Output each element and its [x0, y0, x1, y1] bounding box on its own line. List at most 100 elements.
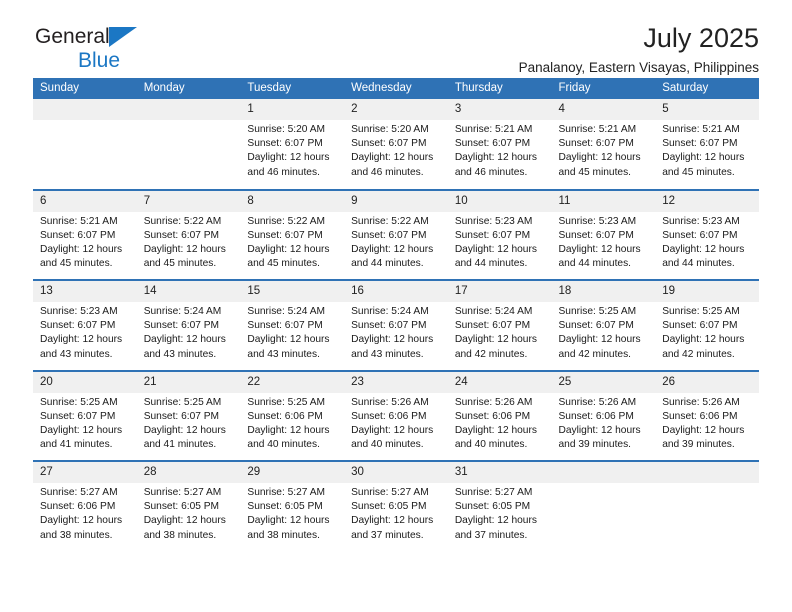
- calendar-day-cell[interactable]: 6 Sunrise: 5:21 AM Sunset: 6:07 PM Daylight…: [33, 188, 137, 280]
- sunrise-text: Sunrise: 5:25 AM: [143, 396, 222, 408]
- calendar-day-cell[interactable]: 21 Sunrise: 5:25 AM Sunset: 6:07 PM Dayligh…: [136, 369, 241, 461]
- sunrise-text: Sunrise: 5:25 AM: [40, 396, 118, 408]
- sunrise-text: Sunrise: 5:24 AM: [247, 306, 325, 317]
- calendar-day-cell[interactable]: 8 Sunrise: 5:22 AM Sunset: 6:07 PM Daylight…: [240, 188, 345, 280]
- sunset-text: Sunset: 6:06 PM: [558, 410, 634, 422]
- calendar-day-cell[interactable]: 11 Sunrise: 5:23 AM Sunset: 6:07 PM Dayligh…: [551, 188, 656, 280]
- sunrise-text: Sunrise: 5:22 AM: [247, 215, 325, 227]
- sunset-text: Sunset: 6:07 PM: [558, 320, 634, 332]
- daylight-text-line2: and 43 minutes.: [247, 348, 320, 360]
- sunrise-text: Sunrise: 5:23 AM: [40, 306, 118, 317]
- day-details: Sunrise: 5:26 AM Sunset: 6:06 PM Daylight:…: [655, 393, 759, 453]
- daylight-text-line1: Daylight: 12 hours: [247, 334, 330, 346]
- day-number: 11: [551, 190, 656, 212]
- daylight-text-line1: Daylight: 12 hours: [454, 243, 537, 255]
- day-details: Sunrise: 5:21 AM Sunset: 6:07 PM Daylight:…: [448, 120, 552, 180]
- day-number: 9: [344, 190, 448, 212]
- calendar-day-cell[interactable]: 20 Sunrise: 5:25 AM Sunset: 6:07 PM Dayligh…: [33, 369, 137, 461]
- daylight-text-line2: and 40 minutes.: [454, 439, 528, 451]
- calendar-day-cell[interactable]: 12 Sunrise: 5:23 AM Sunset: 6:07 PM Dayligh…: [655, 188, 759, 280]
- calendar-day-cell[interactable]: 10 Sunrise: 5:23 AM Sunset: 6:07 PM Dayligh…: [447, 188, 552, 280]
- weekday-header-tuesday: Tuesday: [240, 78, 345, 99]
- calendar-day-cell[interactable]: 14 Sunrise: 5:24 AM Sunset: 6:07 PM Dayligh…: [136, 279, 241, 371]
- daylight-text-line2: and 37 minutes.: [454, 529, 528, 541]
- calendar-day-cell[interactable]: 7 Sunrise: 5:22 AM Sunset: 6:07 PM Daylight…: [136, 188, 241, 280]
- sunrise-text: Sunrise: 5:25 AM: [662, 306, 740, 317]
- daylight-text-line2: and 43 minutes.: [143, 348, 217, 360]
- calendar-day-cell[interactable]: 22 Sunrise: 5:25 AM Sunset: 6:06 PM Dayligh…: [240, 369, 345, 461]
- logo-triangle-icon: [108, 27, 137, 47]
- sunrise-text: Sunrise: 5:21 AM: [662, 124, 740, 135]
- sunrise-text: Sunrise: 5:25 AM: [558, 306, 637, 317]
- calendar-day-cell[interactable]: 5 Sunrise: 5:21 AM Sunset: 6:07 PM Daylight…: [655, 99, 759, 190]
- calendar-day-cell[interactable]: 29 Sunrise: 5:27 AM Sunset: 6:05 PM Dayligh…: [240, 460, 345, 552]
- calendar-day-cell[interactable]: 13 Sunrise: 5:23 AM Sunset: 6:07 PM Dayligh…: [33, 279, 137, 371]
- day-details: Sunrise: 5:22 AM Sunset: 6:07 PM Daylight:…: [137, 212, 241, 272]
- day-details: Sunrise: 5:24 AM Sunset: 6:07 PM Daylight:…: [344, 302, 448, 362]
- calendar-day-cell[interactable]: 2 Sunrise: 5:20 AM Sunset: 6:07 PM Daylight…: [344, 99, 448, 190]
- sunrise-text: Sunrise: 5:24 AM: [143, 306, 222, 317]
- daylight-text-line1: Daylight: 12 hours: [143, 243, 226, 255]
- sunset-text: Sunset: 6:07 PM: [40, 410, 116, 422]
- day-details: Sunrise: 5:23 AM Sunset: 6:07 PM Daylight:…: [33, 302, 137, 362]
- sunset-text: Sunset: 6:07 PM: [351, 320, 427, 332]
- daylight-text-line1: Daylight: 12 hours: [40, 424, 123, 436]
- daylight-text-line1: Daylight: 12 hours: [454, 152, 537, 164]
- sunset-text: Sunset: 6:07 PM: [662, 138, 738, 150]
- sunset-text: Sunset: 6:07 PM: [143, 410, 220, 422]
- day-number: 6: [33, 190, 137, 212]
- daylight-text-line2: and 45 minutes.: [247, 258, 320, 270]
- calendar-day-cell[interactable]: 27 Sunrise: 5:27 AM Sunset: 6:06 PM Dayligh…: [33, 460, 137, 552]
- calendar-week-row: 20 Sunrise: 5:25 AM Sunset: 6:07 PM Dayligh…: [33, 369, 759, 461]
- day-details: Sunrise: 5:22 AM Sunset: 6:07 PM Daylight:…: [344, 212, 448, 272]
- sunset-text: Sunset: 6:07 PM: [558, 138, 634, 150]
- daylight-text-line1: Daylight: 12 hours: [40, 243, 123, 255]
- generalblue-logo[interactable]: General Blue: [35, 26, 137, 72]
- day-details: Sunrise: 5:23 AM Sunset: 6:07 PM Daylight:…: [552, 212, 656, 272]
- sunrise-text: Sunrise: 5:27 AM: [40, 487, 118, 498]
- calendar-day-cell[interactable]: 23 Sunrise: 5:26 AM Sunset: 6:06 PM Dayligh…: [344, 369, 448, 461]
- daylight-text-line2: and 39 minutes.: [662, 439, 735, 451]
- calendar-day-cell[interactable]: 18 Sunrise: 5:25 AM Sunset: 6:07 PM Dayligh…: [551, 279, 656, 371]
- calendar-day-cell[interactable]: 19 Sunrise: 5:25 AM Sunset: 6:07 PM Dayligh…: [655, 279, 759, 371]
- daylight-text-line2: and 43 minutes.: [40, 348, 113, 360]
- day-details: Sunrise: 5:21 AM Sunset: 6:07 PM Daylight:…: [552, 120, 656, 180]
- daylight-text-line1: Daylight: 12 hours: [351, 424, 434, 436]
- sunrise-text: Sunrise: 5:23 AM: [558, 215, 637, 227]
- weekday-header-saturday: Saturday: [655, 78, 759, 99]
- day-details: Sunrise: 5:24 AM Sunset: 6:07 PM Daylight:…: [137, 302, 241, 362]
- calendar-day-cell[interactable]: 25 Sunrise: 5:26 AM Sunset: 6:06 PM Dayligh…: [551, 369, 656, 461]
- sunset-text: Sunset: 6:07 PM: [558, 229, 634, 241]
- sunset-text: Sunset: 6:06 PM: [351, 410, 427, 422]
- calendar-day-cell[interactable]: 1 Sunrise: 5:20 AM Sunset: 6:07 PM Daylight…: [240, 99, 345, 190]
- sunrise-text: Sunrise: 5:22 AM: [143, 215, 222, 227]
- sunrise-text: Sunrise: 5:26 AM: [662, 396, 740, 408]
- sunrise-text: Sunrise: 5:27 AM: [247, 487, 325, 498]
- calendar-day-cell[interactable]: 9 Sunrise: 5:22 AM Sunset: 6:07 PM Daylight…: [344, 188, 448, 280]
- sunset-text: Sunset: 6:07 PM: [247, 320, 323, 332]
- day-number: 1: [240, 99, 345, 120]
- daylight-text-line1: Daylight: 12 hours: [351, 334, 434, 346]
- day-number: 24: [447, 371, 552, 393]
- sunset-text: Sunset: 6:05 PM: [454, 501, 531, 513]
- calendar-day-cell-empty: [33, 99, 137, 190]
- calendar-day-cell[interactable]: 28 Sunrise: 5:27 AM Sunset: 6:05 PM Dayligh…: [136, 460, 241, 552]
- day-number: 26: [655, 371, 759, 393]
- calendar-day-cell[interactable]: 3 Sunrise: 5:21 AM Sunset: 6:07 PM Daylight…: [447, 99, 552, 190]
- calendar-day-cell[interactable]: 4 Sunrise: 5:21 AM Sunset: 6:07 PM Daylight…: [551, 99, 656, 190]
- calendar-day-cell[interactable]: 15 Sunrise: 5:24 AM Sunset: 6:07 PM Dayligh…: [240, 279, 345, 371]
- calendar-day-cell[interactable]: 30 Sunrise: 5:27 AM Sunset: 6:05 PM Dayligh…: [344, 460, 448, 552]
- calendar-day-cell[interactable]: 24 Sunrise: 5:26 AM Sunset: 6:06 PM Dayligh…: [447, 369, 552, 461]
- calendar-day-cell[interactable]: 31 Sunrise: 5:27 AM Sunset: 6:05 PM Dayligh…: [447, 460, 552, 552]
- sunset-text: Sunset: 6:07 PM: [40, 229, 116, 241]
- logo-text-blue: Blue: [78, 49, 121, 72]
- daylight-text-line1: Daylight: 12 hours: [143, 424, 226, 436]
- calendar-body: 1 Sunrise: 5:20 AM Sunset: 6:07 PM Daylight…: [33, 99, 759, 552]
- calendar-day-cell[interactable]: 16 Sunrise: 5:24 AM Sunset: 6:07 PM Dayligh…: [344, 279, 448, 371]
- weekday-header-thursday: Thursday: [447, 78, 552, 99]
- day-details: Sunrise: 5:26 AM Sunset: 6:06 PM Daylight:…: [552, 393, 656, 453]
- calendar-day-cell[interactable]: 26 Sunrise: 5:26 AM Sunset: 6:06 PM Dayligh…: [655, 369, 759, 461]
- calendar-day-cell[interactable]: 17 Sunrise: 5:24 AM Sunset: 6:07 PM Dayligh…: [447, 279, 552, 371]
- sunset-text: Sunset: 6:07 PM: [454, 138, 531, 150]
- daylight-text-line2: and 46 minutes.: [454, 166, 528, 178]
